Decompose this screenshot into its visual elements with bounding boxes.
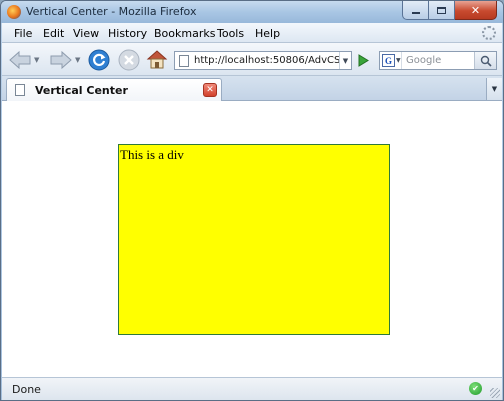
- status-ok-icon: ✔: [469, 382, 482, 395]
- page-icon: [15, 84, 25, 96]
- menu-history[interactable]: History: [108, 27, 147, 40]
- tab-close-button[interactable]: ✕: [203, 83, 217, 97]
- status-text: Done: [12, 383, 41, 396]
- navigation-toolbar: ▼ ▼ http://localhost:50806/AdvCSS ▼ G ▼ …: [2, 43, 502, 76]
- back-button[interactable]: [8, 50, 32, 70]
- stop-button[interactable]: [118, 49, 140, 71]
- resize-grip-icon[interactable]: [490, 388, 500, 398]
- back-history-dropdown-icon[interactable]: ▼: [34, 56, 39, 64]
- menu-file[interactable]: File: [14, 27, 32, 40]
- maximize-button[interactable]: [429, 1, 455, 20]
- address-input[interactable]: http://localhost:50806/AdvCSS: [194, 55, 339, 66]
- status-bar: Done ✔: [2, 377, 502, 400]
- firefox-logo-icon: [7, 5, 21, 19]
- forward-arrow-icon: [50, 50, 72, 70]
- close-window-button[interactable]: ✕: [455, 1, 497, 20]
- address-bar[interactable]: http://localhost:50806/AdvCSS ▼: [174, 51, 352, 70]
- window-controls: ✕: [402, 1, 497, 20]
- search-button[interactable]: [474, 52, 496, 69]
- menu-bar: File Edit View History Bookmarks Tools H…: [2, 23, 502, 43]
- reload-icon: [88, 49, 110, 71]
- go-arrow-icon: [358, 54, 369, 67]
- menu-bookmarks[interactable]: Bookmarks: [154, 27, 215, 40]
- title-bar: Vertical Center - Mozilla Firefox ✕: [1, 1, 503, 23]
- search-bar[interactable]: G ▼ Google: [379, 51, 497, 70]
- tab-title: Vertical Center: [35, 84, 128, 97]
- forward-history-dropdown-icon[interactable]: ▼: [75, 56, 80, 64]
- menu-tools[interactable]: Tools: [217, 27, 244, 40]
- search-input[interactable]: Google: [402, 55, 474, 66]
- engine-dropdown-icon: ▼: [396, 57, 401, 64]
- search-engine-selector[interactable]: G ▼: [380, 52, 402, 69]
- reload-button[interactable]: [88, 49, 110, 71]
- menu-edit[interactable]: Edit: [43, 27, 64, 40]
- window-title: Vertical Center - Mozilla Firefox: [26, 5, 197, 18]
- minimize-icon: [411, 12, 420, 14]
- tab-list-dropdown-icon[interactable]: ▼: [486, 78, 502, 100]
- menu-view[interactable]: View: [73, 27, 99, 40]
- address-dropdown-icon[interactable]: ▼: [339, 52, 351, 69]
- stop-icon: [118, 49, 140, 71]
- minimize-button[interactable]: [402, 1, 429, 20]
- tab-vertical-center[interactable]: Vertical Center ✕: [6, 78, 222, 101]
- close-icon: ✕: [470, 3, 481, 17]
- forward-button[interactable]: [49, 50, 73, 70]
- browser-window: Vertical Center - Mozilla Firefox ✕ File…: [0, 0, 504, 401]
- home-button[interactable]: [146, 48, 168, 70]
- magnifier-icon: [480, 55, 492, 67]
- throbber-icon: [482, 26, 496, 40]
- home-icon: [146, 50, 168, 69]
- menu-help[interactable]: Help: [255, 27, 280, 40]
- yellow-div-box: This is a div: [118, 144, 390, 335]
- tab-strip: Vertical Center ✕ ▼: [2, 76, 502, 101]
- page-content: This is a div: [2, 101, 502, 377]
- page-icon: [179, 54, 189, 67]
- back-arrow-icon: [9, 50, 31, 70]
- go-button[interactable]: [354, 52, 372, 69]
- maximize-icon: [437, 6, 446, 14]
- google-logo-icon: G: [382, 54, 395, 67]
